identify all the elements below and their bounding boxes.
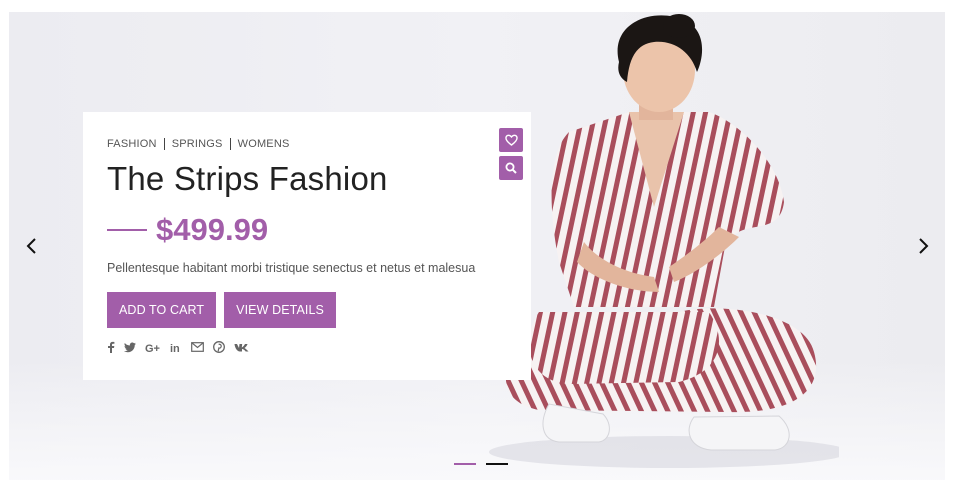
product-title: The Strips Fashion: [107, 160, 388, 197]
chevron-right-icon: [919, 238, 929, 254]
google-plus-icon[interactable]: G+: [145, 342, 161, 353]
heart-icon: [504, 134, 518, 146]
action-buttons: ADD TO CART VIEW DETAILS: [107, 292, 507, 328]
view-details-button[interactable]: VIEW DETAILS: [224, 292, 336, 328]
social-share: G+ in: [107, 341, 507, 353]
add-to-cart-button[interactable]: ADD TO CART: [107, 292, 217, 328]
price-line-decoration: [107, 229, 147, 231]
vk-icon[interactable]: [234, 343, 249, 352]
next-slide-button[interactable]: [911, 234, 935, 258]
category-springs[interactable]: SPRINGS: [172, 138, 223, 150]
chevron-left-icon: [26, 238, 36, 254]
model-image: [489, 14, 839, 468]
product-price: $499.99: [156, 212, 269, 247]
search-icon: [505, 162, 517, 174]
category-list: FASHION SPRINGS WOMENS: [107, 138, 507, 150]
prev-slide-button[interactable]: [20, 234, 44, 258]
svg-text:in: in: [170, 343, 180, 353]
wishlist-button[interactable]: [499, 128, 523, 152]
linkedin-icon[interactable]: in: [170, 342, 182, 353]
category-womens[interactable]: WOMENS: [238, 138, 290, 150]
twitter-icon[interactable]: [124, 342, 136, 353]
envelope-icon[interactable]: [191, 342, 204, 352]
category-fashion[interactable]: FASHION: [107, 138, 157, 150]
svg-text:G+: G+: [145, 343, 160, 353]
facebook-icon[interactable]: [107, 341, 115, 353]
slide-pagination: [454, 463, 518, 465]
quick-view-button[interactable]: [499, 156, 523, 180]
pagination-dot-1[interactable]: [454, 463, 476, 465]
pagination-dot-2[interactable]: [486, 463, 508, 465]
price-row: $499.99: [107, 212, 507, 248]
product-card: FASHION SPRINGS WOMENS The Strips Fashio…: [83, 112, 531, 380]
hero-slider: FASHION SPRINGS WOMENS The Strips Fashio…: [9, 12, 945, 480]
pinterest-icon[interactable]: [213, 341, 225, 353]
category-separator: [163, 138, 165, 150]
category-separator: [229, 138, 231, 150]
product-description: Pellentesque habitant morbi tristique se…: [107, 261, 476, 275]
